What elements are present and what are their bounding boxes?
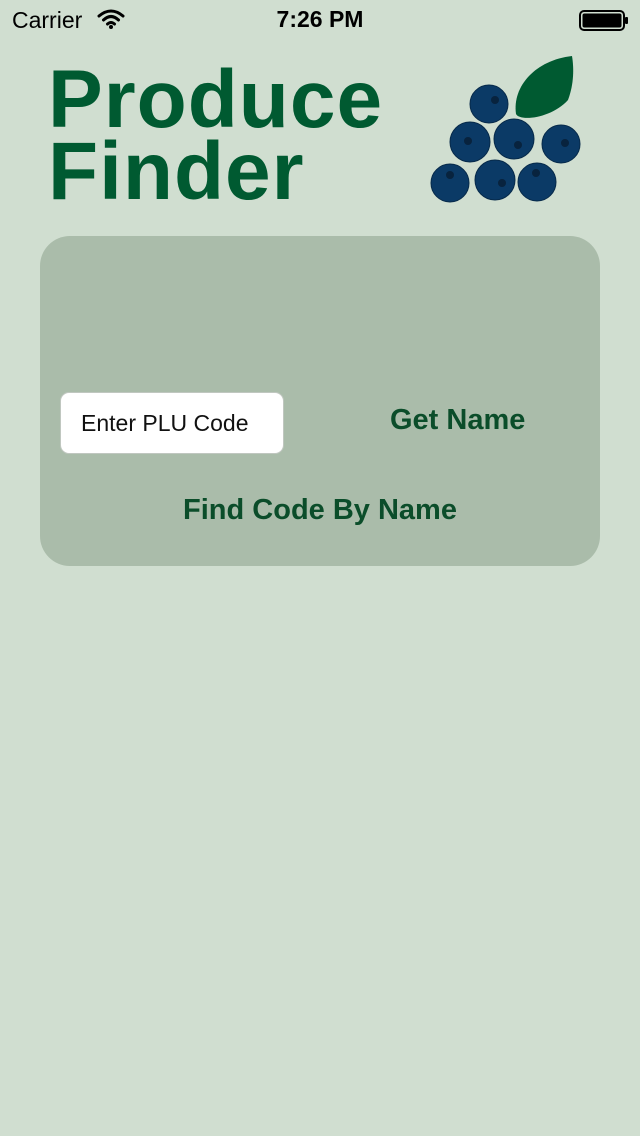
search-panel: Get Name Find Code By Name <box>40 236 600 566</box>
plu-code-input[interactable] <box>60 392 284 454</box>
app-title-line-2: Finder <box>48 126 305 217</box>
find-code-by-name-button[interactable]: Find Code By Name <box>40 494 600 527</box>
status-bar: Carrier 7:26 PM <box>0 0 640 40</box>
battery-icon <box>579 10 628 31</box>
status-time: 7:26 PM <box>276 6 364 32</box>
app-title: Produce Finder <box>48 59 383 217</box>
blueberry-logo-icon <box>430 56 581 203</box>
get-name-button[interactable]: Get Name <box>390 404 525 437</box>
